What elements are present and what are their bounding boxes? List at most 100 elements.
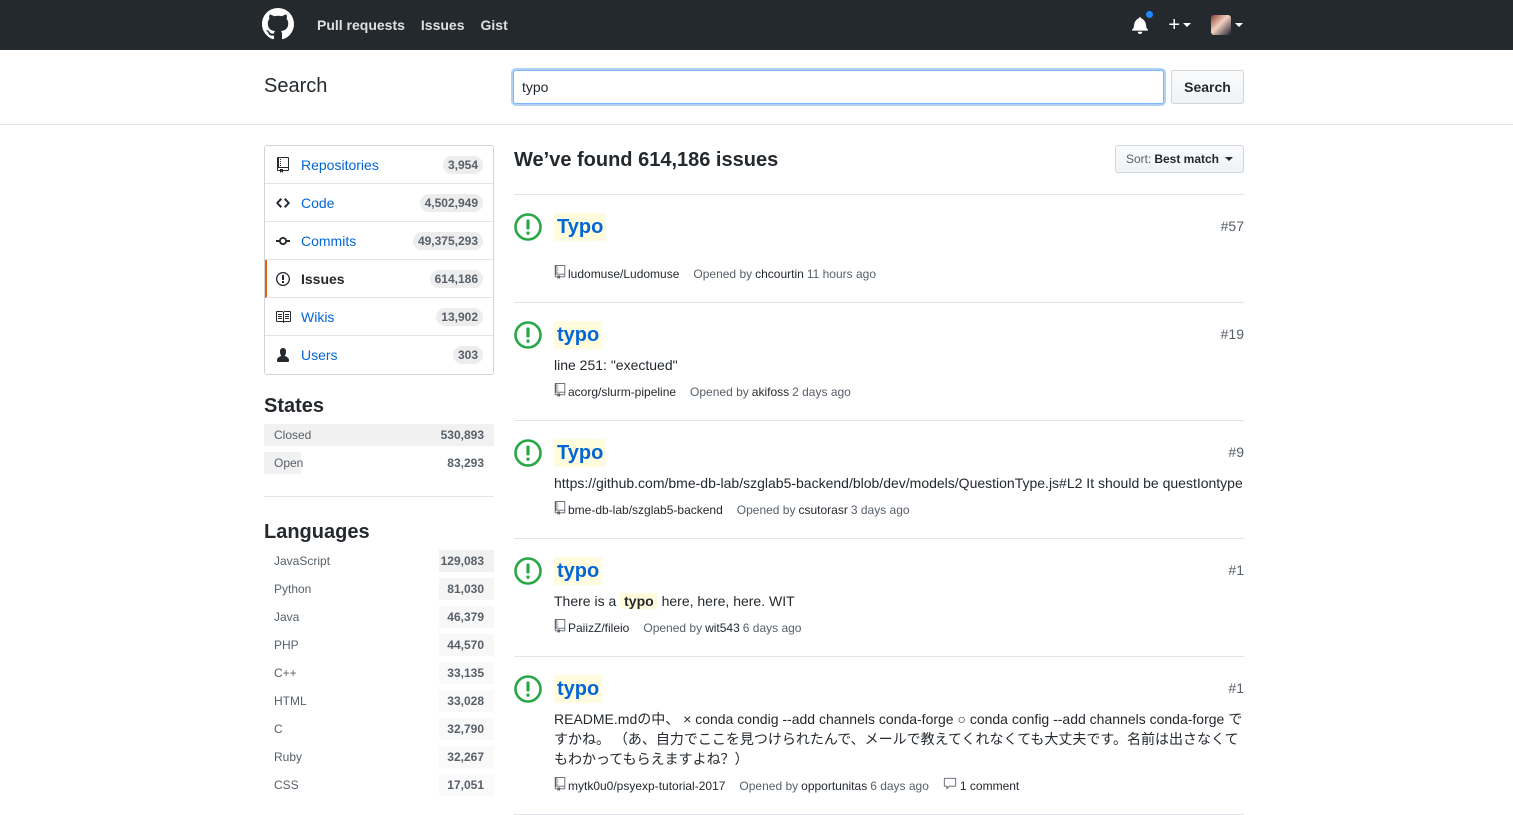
state-filter-open[interactable]: Open 83,293 xyxy=(264,452,494,474)
repo-link[interactable]: ludomuse/Ludomuse xyxy=(568,267,679,281)
timestamp: 6 days ago xyxy=(870,778,929,793)
issue-number[interactable]: #57 xyxy=(1221,218,1244,234)
menu-item-users[interactable]: Users 303 xyxy=(265,336,493,374)
opened-by-label: Opened by xyxy=(693,266,753,281)
issue-title-link[interactable]: Typo xyxy=(554,213,607,241)
language-filter-c-[interactable]: C++ 33,135 xyxy=(264,662,494,684)
author-link[interactable]: wit543 xyxy=(705,621,740,635)
search-bar-section: Search typo Search xyxy=(0,50,1513,125)
issue-title-link[interactable]: typo xyxy=(554,675,603,703)
filter-label: C++ xyxy=(274,666,297,680)
issue-meta: acorg/slurm-pipeline Opened by akifoss 2 da… xyxy=(554,383,1244,400)
comments-link[interactable]: 1 comment xyxy=(943,777,1019,794)
notifications-bell-icon[interactable] xyxy=(1132,10,1155,34)
create-new-dropdown[interactable]: + xyxy=(1168,15,1191,35)
filter-label: HTML xyxy=(274,694,307,708)
issue-content: Typo https://github.com/bme-db-lab/szglab… xyxy=(554,439,1244,518)
filter-count: 129,083 xyxy=(440,554,484,568)
languages-heading: Languages xyxy=(264,521,370,543)
issue-number[interactable]: #19 xyxy=(1221,326,1244,342)
language-filter-javascript[interactable]: JavaScript 129,083 xyxy=(264,550,494,572)
menu-item-label: Repositories xyxy=(301,156,379,173)
language-filter-python[interactable]: Python 81,030 xyxy=(264,578,494,600)
divider xyxy=(264,496,494,497)
github-logo-icon[interactable] xyxy=(262,8,294,40)
count-badge: 303 xyxy=(452,346,483,364)
menu-item-label: Issues xyxy=(301,270,345,287)
count-badge: 49,375,293 xyxy=(412,231,483,250)
issue-opened-icon xyxy=(514,321,542,349)
issue-title-link[interactable]: Typo xyxy=(554,439,607,467)
nav-pull-requests[interactable]: Pull requests xyxy=(317,17,405,33)
results-count-heading: We’ve found 614,186 issues xyxy=(514,149,779,171)
type-menu: Repositories 3,954 Code 4,502,949 Commit… xyxy=(264,145,494,375)
language-filter-html[interactable]: HTML 33,028 xyxy=(264,690,494,712)
repo-link[interactable]: bme-db-lab/szglab5-backend xyxy=(568,503,723,517)
filter-label: Python xyxy=(274,582,312,596)
repo-link[interactable]: mytk0u0/psyexp-tutorial-2017 xyxy=(568,779,725,793)
opened-by-label: Opened by xyxy=(736,502,796,517)
issue-content: typo README.mdの中、 × conda condig --add ch… xyxy=(554,675,1244,794)
plus-icon: + xyxy=(1168,14,1180,36)
user-menu-dropdown[interactable] xyxy=(1211,15,1243,35)
filter-label: Java xyxy=(274,610,300,624)
language-filter-c[interactable]: C 32,790 xyxy=(264,718,494,740)
repo-link[interactable]: acorg/slurm-pipeline xyxy=(568,385,676,399)
menu-item-issues[interactable]: Issues 614,186 xyxy=(265,260,493,298)
count-badge: 614,186 xyxy=(429,269,483,288)
issue-icon xyxy=(275,271,291,287)
filter-label: CSS xyxy=(274,778,299,792)
issue-body: https://github.com/bme-db-lab/szglab5-ba… xyxy=(554,473,1244,493)
filter-label: Open xyxy=(274,456,304,470)
repo-icon xyxy=(554,501,566,518)
filter-label: JavaScript xyxy=(274,554,331,568)
menu-item-commits[interactable]: Commits 49,375,293 xyxy=(265,222,493,260)
menu-item-code[interactable]: Code 4,502,949 xyxy=(265,184,493,222)
search-input[interactable]: typo xyxy=(513,70,1164,104)
author-link[interactable]: akifoss xyxy=(752,385,789,399)
search-button[interactable]: Search xyxy=(1171,70,1244,104)
issue-content: Typo ludomuse/Ludomuse Opened by chcourtin 1… xyxy=(554,213,1244,282)
repo-icon xyxy=(554,777,566,794)
menu-item-label: Users xyxy=(301,347,338,363)
filter-count: 83,293 xyxy=(447,456,484,470)
menu-item-wikis[interactable]: Wikis 13,902 xyxy=(265,298,493,336)
results-header: We’ve found 614,186 issues Sort: Best ma… xyxy=(514,145,1244,195)
author-link[interactable]: opportunitas xyxy=(801,779,867,793)
menu-item-label: Wikis xyxy=(301,308,335,325)
issue-content: typo There is a typo here, here, here. WI… xyxy=(554,557,1244,636)
menu-item-repositories[interactable]: Repositories 3,954 xyxy=(265,146,493,184)
author-link[interactable]: chcourtin xyxy=(755,267,804,281)
sort-dropdown[interactable]: Sort: Best match xyxy=(1114,145,1244,173)
issue-meta: PaiizZ/fileio Opened by wit543 6 days ago xyxy=(554,619,1244,636)
state-filter-closed[interactable]: Closed 530,893 xyxy=(264,424,494,446)
filter-label: C xyxy=(274,722,283,736)
repo-link[interactable]: PaiizZ/fileio xyxy=(568,621,629,635)
opened-by-label: Opened by xyxy=(690,384,749,399)
unread-dot xyxy=(1145,10,1155,19)
page-title: Search xyxy=(264,75,328,97)
issue-number[interactable]: #9 xyxy=(1228,444,1244,460)
author-link[interactable]: csutorasr xyxy=(798,503,847,517)
chevron-down-icon xyxy=(1235,23,1243,27)
issue-title-link[interactable]: typo xyxy=(554,557,603,585)
language-filter-java[interactable]: Java 46,379 xyxy=(264,606,494,628)
header-actions: + xyxy=(1132,0,1243,50)
issue-opened-icon xyxy=(514,675,542,703)
language-filter-php[interactable]: PHP 44,570 xyxy=(264,634,494,656)
issue-number[interactable]: #1 xyxy=(1228,680,1244,696)
count-badge: 4,502,949 xyxy=(419,193,483,212)
repo-icon xyxy=(275,156,291,173)
issue-opened-icon xyxy=(514,439,542,467)
language-filter-css[interactable]: CSS 17,051 xyxy=(264,774,494,796)
states-heading: States xyxy=(264,395,325,417)
issue-title-link[interactable]: typo xyxy=(554,321,603,349)
language-filter-ruby[interactable]: Ruby 32,267 xyxy=(264,746,494,768)
comment-count: 1 comment xyxy=(959,778,1020,793)
issue-meta: mytk0u0/psyexp-tutorial-2017 Opened by opp… xyxy=(554,777,1244,794)
issue-body-text: https://github.com/bme-db-lab/szglab5-ba… xyxy=(554,475,1243,491)
nav-gist[interactable]: Gist xyxy=(481,17,508,33)
issue-number[interactable]: #1 xyxy=(1228,562,1244,578)
sort-value: Best match xyxy=(1154,152,1219,166)
nav-issues[interactable]: Issues xyxy=(421,17,465,33)
